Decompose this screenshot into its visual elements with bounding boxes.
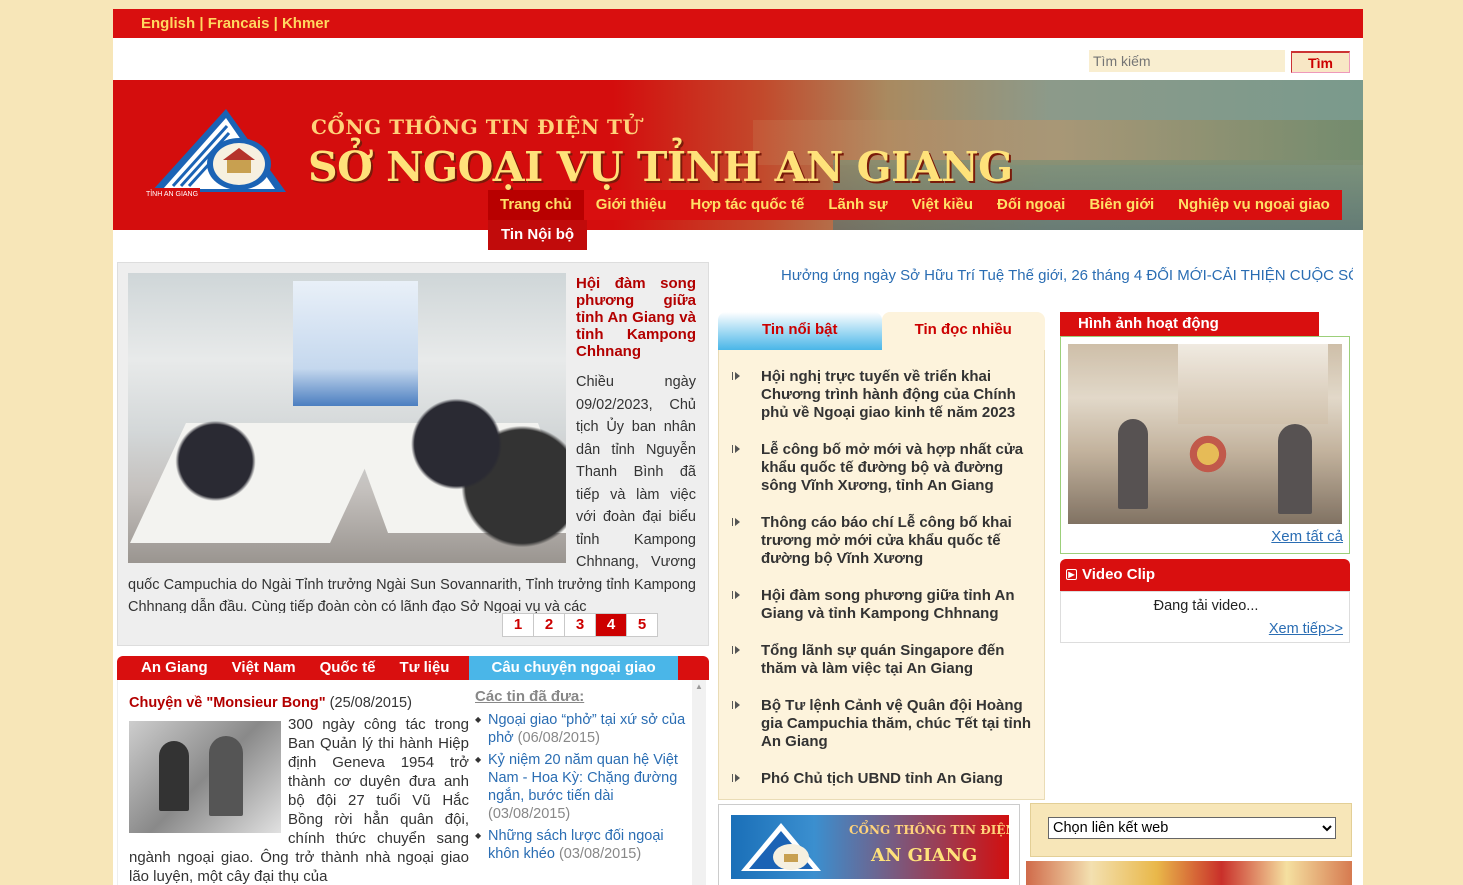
lang-english-link[interactable]: English — [141, 15, 195, 32]
photo-person — [159, 741, 189, 811]
category-tabs: An Giang Việt Nam Quốc tế Tư liệu Câu ch… — [117, 656, 709, 680]
list-item[interactable]: Bộ Tư lệnh Cảnh vệ Quân đội Hoàng gia Ca… — [719, 697, 1044, 751]
search-input[interactable] — [1089, 50, 1285, 72]
tab-an-giang[interactable]: An Giang — [117, 656, 220, 680]
activity-photos-heading: Hình ảnh hoạt động — [1060, 312, 1319, 336]
story-panel: Chuyện về "Monsieur Bong" (25/08/2015) 3… — [117, 680, 709, 885]
list-item[interactable]: Tổng lãnh sự quán Singapore đến thăm và … — [719, 642, 1044, 678]
video-box: Đang tải video... Xem tiếp>> — [1060, 591, 1350, 643]
pager-page-1[interactable]: 1 — [502, 613, 534, 637]
portal-banner-title: AN GIANG — [871, 845, 978, 866]
video-clip-title: Video Clip — [1082, 566, 1156, 583]
photo-flowers — [1178, 434, 1238, 474]
search-button[interactable]: Tìm — [1291, 51, 1350, 73]
tab-tin-doc-nhieu[interactable]: Tin đọc nhiều — [881, 312, 1045, 350]
story-photo[interactable] — [129, 721, 281, 833]
nav-item-gioi-thieu[interactable]: Giới thiệu — [584, 190, 679, 220]
nav-item-trang-chu[interactable]: Trang chủ — [488, 190, 584, 220]
nav-item-lanh-su[interactable]: Lãnh sự — [816, 190, 899, 220]
pager-page-2[interactable]: 2 — [533, 613, 565, 637]
portal-banner-subtitle: CỔNG THÔNG TIN ĐIỆN TỬ — [849, 823, 1009, 837]
nav-item-hop-tac-quoc-te[interactable]: Hợp tác quốc tế — [678, 190, 816, 220]
photo-screen — [1178, 344, 1328, 424]
weblink-select[interactable]: Chọn liên kết web — [1048, 817, 1336, 839]
pager-page-4[interactable]: 4 — [595, 613, 627, 637]
older-story-title[interactable]: Kỷ niệm 20 năm quan hệ Việt Nam - Hoa Kỳ… — [488, 752, 678, 804]
nav-item-bien-gioi[interactable]: Biên giới — [1077, 190, 1166, 220]
page: English | Francais | Khmer Tìm TỈNH AN G… — [113, 9, 1363, 885]
news-list: Hội nghị trực tuyến về triển khai Chương… — [718, 350, 1045, 800]
video-loading-text: Đang tải video... — [1153, 598, 1259, 614]
list-item[interactable]: Những sách lược đối ngoại khôn khéo (03/… — [475, 827, 695, 863]
video-clip-heading: ▶ Video Clip — [1060, 559, 1350, 591]
nav-item-tin-noi-bo[interactable]: Tin Nội bộ — [488, 220, 588, 250]
nav-item-nghiep-vu-ngoai-giao[interactable]: Nghiệp vụ ngoại giao — [1166, 190, 1342, 220]
nav-item-doi-ngoai[interactable]: Đối ngoại — [985, 190, 1077, 220]
logo-text: TỈNH AN GIANG — [146, 189, 198, 198]
older-story-date: (06/08/2015) — [517, 730, 600, 746]
older-story-date: (03/08/2015) — [488, 806, 571, 822]
flowers-banner[interactable] — [1026, 861, 1352, 885]
list-item[interactable]: Lễ công bố mở mới và hợp nhất cửa khẩu q… — [719, 441, 1044, 495]
activity-photo[interactable] — [1068, 344, 1342, 524]
tab-cau-chuyen-ngoai-giao[interactable]: Câu chuyện ngoại giao — [469, 656, 678, 680]
featured-pager: 1 2 3 4 5 — [502, 613, 658, 637]
search-row: Tìm — [113, 38, 1363, 80]
list-item[interactable]: Hội đàm song phương giữa tỉnh An Giang v… — [719, 587, 1044, 623]
portal-banner-image: CỔNG THÔNG TIN ĐIỆN TỬ AN GIANG — [731, 815, 1009, 879]
photo-person — [1278, 424, 1312, 514]
list-item[interactable]: Phó Chủ tịch UBND tỉnh An Giang — [719, 770, 1044, 788]
older-stories: Các tin đã đưa: Ngoại giao “phở” tại xứ … — [475, 688, 695, 867]
tab-tin-noi-bat[interactable]: Tin nổi bật — [718, 312, 882, 350]
list-item[interactable]: Ngoại giao “phở” tại xứ sở của phở (06/0… — [475, 711, 695, 747]
pager-page-5[interactable]: 5 — [626, 613, 658, 637]
tab-viet-nam[interactable]: Việt Nam — [220, 656, 308, 680]
photo-person — [1118, 419, 1148, 509]
lang-separator: | — [195, 15, 208, 32]
list-item[interactable]: Hội nghị trực tuyến về triển khai Chương… — [719, 368, 1044, 422]
main-navigation: Trang chủ Giới thiệu Hợp tác quốc tế Lãn… — [488, 190, 1342, 220]
nav-item-viet-kieu[interactable]: Việt kiều — [900, 190, 985, 220]
activity-photos-box: Xem tất cả — [1060, 336, 1350, 554]
see-all-link[interactable]: Xem tất cả — [1271, 528, 1343, 545]
language-links: English | Francais | Khmer — [141, 15, 329, 32]
story-date: (25/08/2015) — [329, 695, 412, 711]
news-tabs: Tin nổi bật Tin đọc nhiều — [718, 312, 1045, 350]
list-item[interactable]: Thông cáo báo chí Lễ công bố khai trương… — [719, 514, 1044, 568]
play-icon: ▶ — [1066, 569, 1077, 580]
pager-page-3[interactable]: 3 — [564, 613, 596, 637]
an-giang-logo — [741, 823, 821, 871]
an-giang-logo[interactable]: TỈNH AN GIANG — [141, 104, 291, 204]
featured-title[interactable]: Hội đàm song phương giữa tỉnh An Giang v… — [576, 275, 696, 360]
older-story-date: (03/08/2015) — [558, 846, 642, 862]
featured-article: Hội đàm song phương giữa tỉnh An Giang v… — [117, 262, 709, 646]
an-giang-portal-banner[interactable]: CỔNG THÔNG TIN ĐIỆN TỬ AN GIANG — [718, 804, 1020, 885]
news-ticker[interactable]: Hưởng ứng ngày Sở Hữu Trí Tuệ Thế giới, … — [781, 267, 1353, 287]
weblink-panel: Chọn liên kết web — [1030, 803, 1352, 857]
language-bar: English | Francais | Khmer — [113, 9, 1363, 38]
list-item[interactable]: Kỷ niệm 20 năm quan hệ Việt Nam - Hoa Kỳ… — [475, 751, 695, 823]
older-stories-heading: Các tin đã đưa: — [475, 688, 585, 705]
tab-quoc-te[interactable]: Quốc tế — [308, 656, 388, 680]
lang-francais-link[interactable]: Francais — [208, 15, 270, 32]
story-scrollbar[interactable] — [692, 680, 706, 885]
banner-title: SỞ NGOẠI VỤ TỈNH AN GIANG — [308, 143, 1013, 191]
story-title-link[interactable]: Chuyện về "Monsieur Bong" — [129, 695, 326, 711]
tab-tu-lieu[interactable]: Tư liệu — [387, 656, 461, 680]
banner-subtitle: CỔNG THÔNG TIN ĐIỆN TỬ — [311, 115, 641, 139]
photo-person — [209, 736, 243, 816]
lang-separator: | — [269, 15, 282, 32]
lang-khmer-link[interactable]: Khmer — [282, 15, 330, 32]
featured-summary: Chiều ngày 09/02/2023, Chủ tịch Ủy ban n… — [128, 374, 696, 613]
story-heading: Chuyện về "Monsieur Bong" (25/08/2015) — [129, 695, 412, 711]
more-videos-link[interactable]: Xem tiếp>> — [1269, 621, 1343, 637]
